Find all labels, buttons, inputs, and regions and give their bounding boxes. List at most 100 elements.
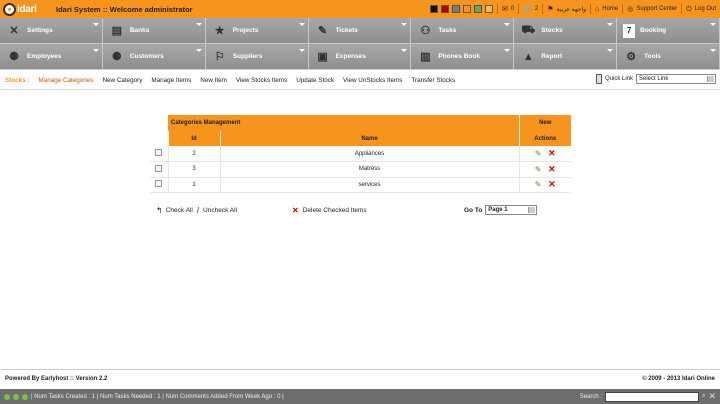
chevron-down-icon[interactable] [607, 23, 614, 26]
logo-mark-icon [3, 2, 16, 16]
theme-swatch-green[interactable] [473, 5, 482, 13]
top-header: idari Idari System :: Welcome administra… [0, 0, 720, 18]
language-link[interactable]: واجهة عربية [557, 6, 587, 13]
submenu-update-stock[interactable]: Update Stock [296, 77, 334, 84]
chevron-down-icon[interactable] [195, 23, 202, 26]
submenu-view-stocks-items[interactable]: View Stocks Items [236, 77, 287, 84]
chevron-down-icon[interactable] [607, 49, 614, 52]
online-dot-icon [13, 393, 19, 400]
nav-customers[interactable]: ⚈ Customers [102, 44, 206, 70]
divider [496, 4, 498, 14]
chevron-down-icon[interactable] [92, 49, 99, 52]
submenu-view-unstocks-items[interactable]: View UnStocks Items [343, 77, 402, 84]
nav-projects[interactable]: ★ Projects [205, 18, 309, 44]
nav-label: Banks [129, 27, 150, 34]
online-dot-icon [22, 393, 28, 400]
row-name: Appliances [219, 146, 519, 162]
edit-pencil-icon[interactable]: ✎ [535, 180, 542, 189]
theme-swatch-yellow[interactable] [484, 5, 493, 13]
support-link[interactable]: Support Center [636, 6, 677, 12]
logo[interactable]: idari [0, 0, 44, 18]
submenu-manage-categories[interactable]: Manage Categories [39, 77, 94, 84]
nav-banks[interactable]: ▤ Banks [102, 18, 206, 44]
footer-powered-by: Powered By Earlyhost :: Version 2.2 [5, 375, 108, 382]
row-checkbox[interactable] [155, 149, 163, 156]
mobile-icon[interactable] [595, 74, 602, 84]
delete-x-icon[interactable]: ✕ [548, 179, 556, 189]
nav-expenses[interactable]: ▣ Expenses [308, 44, 412, 70]
chevron-down-icon[interactable] [709, 23, 716, 26]
nav-label: Expenses [335, 53, 366, 60]
chevron-down-icon[interactable] [298, 49, 305, 52]
logout-link[interactable]: Log Out [695, 6, 716, 12]
bank-icon: ▤ [111, 25, 123, 37]
quick-link: Quick Link Select Link [595, 74, 716, 84]
chevron-down-icon[interactable] [401, 49, 408, 52]
row-checkbox[interactable] [155, 180, 163, 188]
chevron-down-icon[interactable] [92, 23, 99, 26]
submenu-transfer-stocks[interactable]: Transfer Stocks [411, 77, 455, 84]
mail-icon[interactable]: ✉ [502, 6, 508, 13]
chevron-down-icon[interactable] [504, 23, 511, 26]
nav-tasks[interactable]: ⚇ Tasks [411, 18, 515, 44]
nav-suppliers[interactable]: ⚐ Suppliers [205, 44, 309, 70]
chevron-down-icon[interactable] [401, 23, 408, 26]
tasks-count: 2 [534, 6, 539, 12]
row-id: 1 [167, 177, 220, 193]
edit-pencil-icon[interactable]: ✎ [535, 165, 542, 174]
nav-settings[interactable]: ✕ Settings [0, 18, 103, 44]
nav-booking[interactable]: 7 Booking [617, 18, 720, 44]
delete-checked[interactable]: ✕ Delete Checked Items [292, 206, 367, 215]
nav-phones-book[interactable]: ▥ Phones Book [411, 44, 515, 70]
home-icon: ⌂ [595, 5, 600, 13]
col-actions-header: Actions [518, 131, 571, 146]
logo-text: idari [17, 3, 37, 15]
nav-tickets[interactable]: ✎ Tickets [308, 18, 412, 44]
paperclip-icon[interactable]: 🔗 [523, 6, 532, 13]
goto-page-select[interactable]: Page 1 [485, 205, 538, 215]
truck-icon: ⛟ [521, 23, 536, 36]
delete-x-icon[interactable]: ✕ [548, 148, 556, 158]
check-all-link[interactable]: Check All [166, 207, 193, 214]
nav-label: Projects [232, 27, 259, 34]
submenu-manage-items[interactable]: Manage Items [151, 77, 191, 84]
search-input[interactable] [605, 391, 700, 402]
submenu-new-category[interactable]: New Category [102, 77, 142, 84]
nav-report[interactable]: ▲ Report [514, 44, 618, 70]
nav-employees[interactable]: ⚉ Employees [0, 44, 103, 70]
chevron-down-icon[interactable] [298, 23, 305, 26]
row-id: 2 [167, 146, 220, 162]
submenu-new-item[interactable]: New Item [200, 77, 227, 84]
divider [518, 4, 520, 14]
quick-link-select[interactable]: Select Link [636, 74, 716, 84]
row-checkbox-cell [150, 177, 168, 193]
home-link[interactable]: Home [602, 6, 618, 12]
edit-pencil-icon[interactable]: ✎ [535, 149, 542, 158]
online-dot-icon [4, 393, 10, 400]
search-label: Search : [579, 393, 603, 400]
delete-checked-label: Delete Checked Items [302, 206, 367, 214]
suppliers-icon: ⚐ [214, 51, 225, 63]
nav-tools[interactable]: ⚙ Tools [617, 44, 720, 70]
theme-swatch-orange[interactable] [462, 5, 471, 13]
nav-label: Suppliers [232, 53, 263, 60]
uncheck-all-link[interactable]: Uncheck All [203, 207, 237, 214]
table-header-row: Id Name Actions [150, 131, 571, 146]
star-icon: ★ [214, 25, 225, 37]
nav-stocks[interactable]: ⛟ Stocks [514, 18, 618, 44]
chevron-down-icon[interactable] [504, 49, 511, 52]
theme-swatch-black[interactable] [429, 5, 438, 13]
chevron-down-icon[interactable] [709, 49, 716, 52]
close-icon[interactable]: ✕ [708, 391, 716, 402]
chart-icon: ▲ [522, 50, 534, 63]
row-checkbox[interactable] [155, 164, 163, 172]
col-id-header[interactable]: Id [167, 131, 220, 146]
theme-swatch-red[interactable] [440, 5, 449, 13]
col-name-header[interactable]: Name [219, 131, 519, 146]
new-button[interactable]: New [518, 115, 571, 131]
search-icon[interactable]: ⌕ [702, 393, 705, 400]
delete-x-icon[interactable]: ✕ [548, 164, 556, 174]
theme-swatch-gray[interactable] [451, 5, 460, 13]
nav-label: Tools [644, 53, 661, 60]
chevron-down-icon[interactable] [195, 49, 202, 52]
